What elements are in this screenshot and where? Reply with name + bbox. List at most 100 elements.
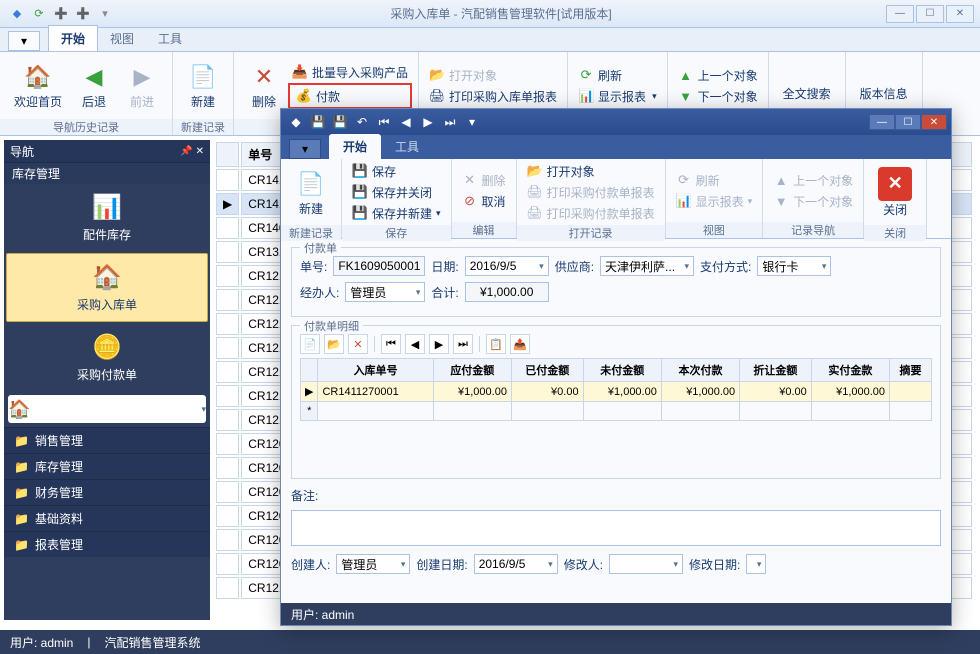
dialog-close-button[interactable]: ✕ (921, 114, 947, 130)
plus-icon[interactable]: ➕ (53, 6, 69, 22)
tab-start[interactable]: 开始 (48, 25, 98, 51)
nav-folder-inventory[interactable]: 📁库存管理 (4, 453, 210, 479)
refresh-icon[interactable]: ⟳ (31, 6, 47, 22)
main-status-bar: 用户: admin | 汽配销售管理系统 (0, 630, 980, 654)
nav-first-icon[interactable]: ⏮ (375, 113, 393, 131)
nav-add-button[interactable]: 🏠 ▾ (8, 395, 206, 423)
up-arrow-icon: ▲ (678, 67, 694, 83)
print-inbound-button[interactable]: 🖨打印采购入库单报表 (425, 86, 561, 106)
paymethod-field[interactable]: 银行卡 (757, 256, 831, 276)
date-field[interactable]: 2016/9/5 (465, 256, 549, 276)
detail-open-button[interactable]: 📂 (324, 334, 344, 354)
file-menu-dropdown[interactable]: ▾ (8, 31, 40, 51)
nav-history-group-label: 导航历史记录 (0, 119, 172, 135)
dlg-new-button[interactable]: 📄新建 (287, 161, 335, 223)
payment-fieldset: 付款单 单号: FK1609050001 日期: 2016/9/5 供应商: 天… (291, 247, 941, 317)
supplier-field[interactable]: 天津伊利萨... (600, 256, 694, 276)
save-icon[interactable]: 💾 (309, 113, 327, 131)
create-date-label: 创建日期: (416, 556, 467, 573)
maximize-button[interactable]: ☐ (916, 5, 944, 23)
new-button[interactable]: 📄新建 (179, 55, 227, 117)
detail-export-button[interactable]: 📤 (510, 334, 530, 354)
operator-field[interactable]: 管理员 (345, 282, 425, 302)
next-object-button[interactable]: ▼下一个对象 (674, 86, 762, 106)
dlg-save-close-button[interactable]: 💾保存并关闭 (348, 182, 445, 202)
detail-delete-button[interactable]: ✕ (348, 334, 368, 354)
modify-date-field[interactable] (746, 554, 766, 574)
refresh-icon: ⟳ (676, 172, 692, 188)
detail-copy-button[interactable]: 📋 (486, 334, 506, 354)
dlg-save-new-button[interactable]: 💾保存并新建▾ (348, 203, 445, 223)
report-icon: 📊 (578, 88, 594, 104)
detail-new-row[interactable]: * (301, 402, 932, 421)
nav-purchase-payment[interactable]: 🪙 采购付款单 (4, 324, 210, 391)
nav-purchase-inbound[interactable]: 🏠 采购入库单 (6, 253, 208, 322)
nav-section-inventory[interactable]: 库存管理 (4, 162, 210, 184)
nav-next-icon[interactable]: ▶ (419, 113, 437, 131)
back-icon: ◀ (78, 61, 110, 93)
create-date-field[interactable]: 2016/9/5 (474, 554, 558, 574)
nav-prev-icon[interactable]: ◀ (397, 113, 415, 131)
detail-prev-button[interactable]: ◀ (405, 334, 425, 354)
dialog-ribbon: 📄新建 新建记录 💾保存 💾保存并关闭 💾保存并新建▾ 保存 ✕删除 ⊘取消 编… (281, 159, 951, 239)
nav-folder-finance[interactable]: 📁财务管理 (4, 479, 210, 505)
back-button[interactable]: ◀后退 (70, 55, 118, 117)
print-icon: 🖨 (429, 88, 445, 104)
modifier-field[interactable] (609, 554, 683, 574)
nav-folder-sales[interactable]: 📁销售管理 (4, 427, 210, 453)
nav-last-icon[interactable]: ⏭ (441, 113, 459, 131)
plus-icon-2[interactable]: ➕ (75, 6, 91, 22)
detail-first-button[interactable]: ⏮ (381, 334, 401, 354)
fulltext-search-button[interactable]: 全文搜索 (775, 83, 839, 104)
supplier-label: 供应商: (555, 258, 594, 275)
dialog-tab-start[interactable]: 开始 (329, 134, 381, 159)
nav-parts-stock[interactable]: 📊 配件库存 (4, 184, 210, 251)
welcome-button[interactable]: 🏠欢迎首页 (6, 55, 70, 117)
save-close-icon[interactable]: 💾 (331, 113, 349, 131)
dialog-minimize-button[interactable]: — (869, 114, 895, 130)
detail-last-button[interactable]: ⏭ (453, 334, 473, 354)
nav-panel: 导航 📌 ✕ 库存管理 📊 配件库存 🏠 采购入库单 🪙 采购付款单 🏠 ▾ 📁… (4, 140, 210, 620)
dialog-titlebar[interactable]: ◆ 💾 💾 ↶ ⏮ ◀ ▶ ⏭ ▾ — ☐ ✕ (281, 109, 951, 135)
coins-icon: 🪙 (89, 332, 125, 362)
dialog-file-dropdown[interactable]: ▾ (289, 139, 321, 159)
dlg-close-button[interactable]: ✕关闭 (870, 161, 920, 223)
batch-import-button[interactable]: 📥批量导入采购产品 (288, 62, 412, 82)
close-button[interactable]: ✕ (946, 5, 974, 23)
cancel-icon: ⊘ (462, 193, 478, 209)
nav-folder-reports[interactable]: 📁报表管理 (4, 531, 210, 557)
creator-label: 创建人: (291, 556, 330, 573)
refresh-button[interactable]: ⟳刷新 (574, 65, 661, 85)
detail-next-button[interactable]: ▶ (429, 334, 449, 354)
pin-icon[interactable]: 📌 ✕ (180, 146, 204, 157)
pay-button[interactable]: 💰付款 (292, 86, 408, 106)
prev-object-button[interactable]: ▲上一个对象 (674, 65, 762, 85)
detail-new-button[interactable]: 📄 (300, 334, 320, 354)
tab-view[interactable]: 视图 (98, 26, 146, 51)
save-icon: 💾 (352, 163, 368, 179)
show-report-button[interactable]: 📊显示报表▾ (574, 86, 661, 106)
dialog-tab-tools[interactable]: 工具 (381, 134, 433, 159)
dlg-open-object-button[interactable]: 📂打开对象 (523, 161, 659, 181)
dropdown-icon[interactable]: ▾ (463, 113, 481, 131)
creator-field[interactable]: 管理员 (336, 554, 410, 574)
dropdown-icon[interactable]: ▾ (97, 6, 113, 22)
house-in-icon: 🏠 (89, 262, 125, 292)
undo-icon[interactable]: ↶ (353, 113, 371, 131)
detail-grid[interactable]: 入库单号 应付金额 已付金额 未付金额 本次付款 折让金额 实付金款 摘要 ▶ … (300, 358, 932, 421)
money-icon: 💰 (296, 88, 312, 104)
forward-icon: ▶ (126, 61, 158, 93)
remark-textarea[interactable] (291, 510, 941, 546)
dialog-maximize-button[interactable]: ☐ (895, 114, 921, 130)
dlg-cancel-button[interactable]: ⊘取消 (458, 191, 510, 211)
chart-icon: 📊 (89, 192, 125, 222)
open-icon: 📂 (429, 67, 445, 83)
minimize-button[interactable]: — (886, 5, 914, 23)
total-field: ¥1,000.00 (465, 282, 549, 302)
version-info-button[interactable]: 版本信息 (852, 83, 916, 104)
tab-tools[interactable]: 工具 (146, 26, 194, 51)
detail-row[interactable]: ▶ CR1411270001 ¥1,000.00 ¥0.00 ¥1,000.00… (301, 382, 932, 402)
dlg-save-button[interactable]: 💾保存 (348, 161, 445, 181)
print-icon: 🖨 (527, 184, 543, 200)
nav-folder-basedata[interactable]: 📁基础资料 (4, 505, 210, 531)
